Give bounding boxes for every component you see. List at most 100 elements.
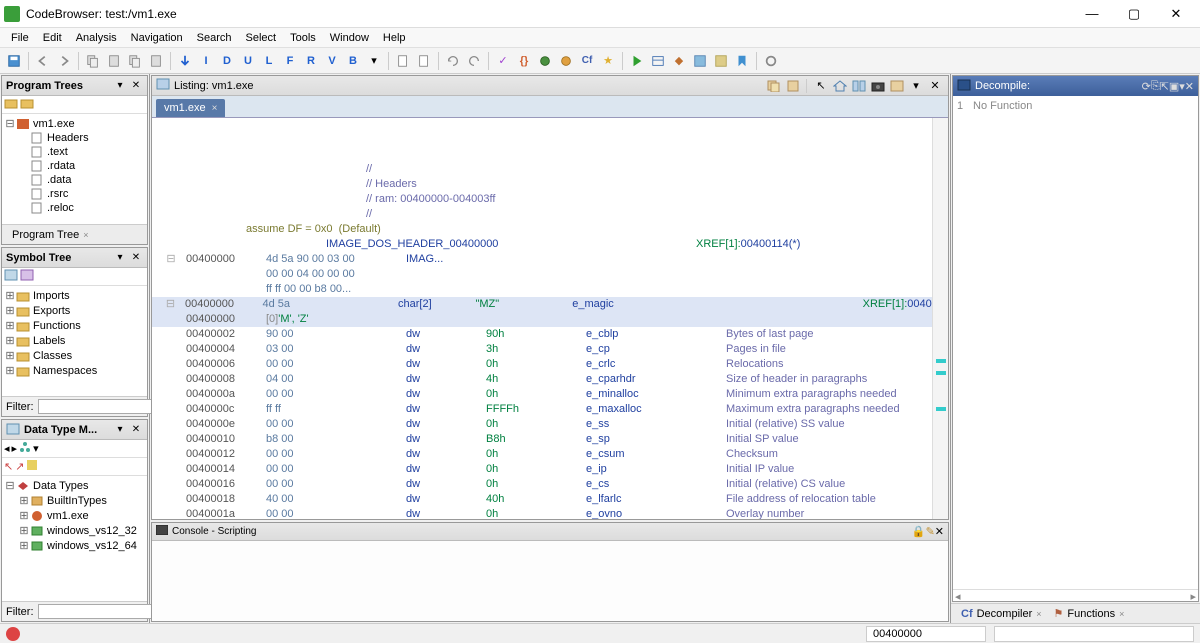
panel-close-icon[interactable]: ✕ xyxy=(129,251,143,265)
toolbar-back-icon[interactable] xyxy=(33,51,53,71)
tree-new-icon[interactable] xyxy=(4,97,18,112)
tree-rdata[interactable]: .rdata xyxy=(4,159,145,173)
menu-analysis[interactable]: Analysis xyxy=(69,30,124,46)
toolbar-doc2-icon[interactable] xyxy=(414,51,434,71)
toolbar-l-button[interactable]: L xyxy=(259,51,279,71)
panel-close-icon[interactable]: ✕ xyxy=(129,423,143,437)
toolbar-check-icon[interactable]: ✓ xyxy=(493,51,513,71)
decomp-snap-icon[interactable]: ▣ xyxy=(1169,80,1179,93)
listing-file-tab[interactable]: vm1.exe× xyxy=(156,99,225,117)
toolbar-play-icon[interactable] xyxy=(627,51,647,71)
listing-fields-icon[interactable] xyxy=(888,78,906,94)
tree-headers[interactable]: Headers xyxy=(4,131,145,145)
dt-yellow-icon[interactable] xyxy=(26,459,38,474)
tree-data[interactable]: .data xyxy=(4,173,145,187)
console-close-icon[interactable]: ✕ xyxy=(935,525,944,538)
toolbar-grid1-icon[interactable] xyxy=(690,51,710,71)
maximize-button[interactable]: ▢ xyxy=(1114,2,1154,26)
tree-rsrc[interactable]: .rsrc xyxy=(4,187,145,201)
toolbar-save-icon[interactable] xyxy=(4,51,24,71)
menu-tools[interactable]: Tools xyxy=(283,30,323,46)
decomp-scroll-left[interactable]: ◂ xyxy=(955,590,961,601)
functions-tab[interactable]: ⚑Functions× xyxy=(1048,605,1131,622)
dt-red-icon[interactable]: ↖ xyxy=(4,460,13,473)
decompiler-tab[interactable]: CfDecompiler× xyxy=(955,606,1048,622)
tree-open-icon[interactable] xyxy=(20,97,34,112)
toolbar-paste-icon[interactable] xyxy=(104,51,124,71)
toolbar-f-button[interactable]: F xyxy=(280,51,300,71)
toolbar-u-button[interactable]: U xyxy=(238,51,258,71)
dt-red2-icon[interactable]: ↗ xyxy=(15,460,24,473)
toolbar-paste2-icon[interactable] xyxy=(146,51,166,71)
symbol-classes[interactable]: ⊞Classes xyxy=(4,348,145,363)
dt-tree-icon[interactable] xyxy=(19,441,31,456)
listing-snapshot-icon[interactable] xyxy=(869,78,887,94)
decomp-refresh-icon[interactable]: ⟳ xyxy=(1142,80,1151,93)
tree-reloc[interactable]: .reloc xyxy=(4,201,145,215)
toolbar-bookmark-icon[interactable] xyxy=(732,51,752,71)
panel-menu-icon[interactable]: ▾ xyxy=(113,251,127,265)
toolbar-r-button[interactable]: R xyxy=(301,51,321,71)
listing-paste-icon[interactable] xyxy=(784,78,802,94)
toolbar-cf-icon[interactable]: Cf xyxy=(577,51,597,71)
dt-builtin[interactable]: ⊞BuiltInTypes xyxy=(4,493,145,508)
listing-cursor-icon[interactable]: ↖ xyxy=(812,78,830,94)
tree-root[interactable]: ⊟vm1.exe xyxy=(4,116,145,131)
toolbar-copy2-icon[interactable] xyxy=(125,51,145,71)
toolbar-grid2-icon[interactable] xyxy=(711,51,731,71)
symbol-imports[interactable]: ⊞Imports xyxy=(4,288,145,303)
toolbar-ring-icon[interactable] xyxy=(761,51,781,71)
toolbar-table-icon[interactable] xyxy=(648,51,668,71)
dt-menu-icon[interactable]: ▾ xyxy=(33,442,39,455)
menu-help[interactable]: Help xyxy=(376,30,413,46)
dt-back-icon[interactable]: ◂ xyxy=(4,442,10,455)
symbol-functions[interactable]: ⊞Functions xyxy=(4,318,145,333)
close-button[interactable]: ✕ xyxy=(1156,2,1196,26)
toolbar-redo-icon[interactable] xyxy=(464,51,484,71)
minimize-button[interactable]: — xyxy=(1072,2,1112,26)
program-tree-tab[interactable]: Program Tree× xyxy=(6,227,95,243)
toolbar-bracket-icon[interactable]: {} xyxy=(514,51,534,71)
toolbar-d-button[interactable]: D xyxy=(217,51,237,71)
toolbar-down-icon[interactable] xyxy=(175,51,195,71)
console-edit-icon[interactable]: ✎ xyxy=(926,525,935,538)
menu-edit[interactable]: Edit xyxy=(36,30,69,46)
dt-fwd-icon[interactable]: ▸ xyxy=(12,442,18,455)
toolbar-undo-icon[interactable] xyxy=(443,51,463,71)
console-lock-icon[interactable]: 🔒 xyxy=(912,525,926,538)
decomp-scroll-right[interactable]: ▸ xyxy=(1190,590,1196,601)
symbol-tool2-icon[interactable] xyxy=(20,269,34,284)
dt-vm1[interactable]: ⊞vm1.exe xyxy=(4,508,145,523)
toolbar-dropdown-icon[interactable]: ▾ xyxy=(364,51,384,71)
toolbar-v-button[interactable]: V xyxy=(322,51,342,71)
menu-file[interactable]: File xyxy=(4,30,36,46)
tree-text[interactable]: .text xyxy=(4,145,145,159)
toolbar-b-button[interactable]: B xyxy=(343,51,363,71)
toolbar-gear2-icon[interactable] xyxy=(556,51,576,71)
symbol-exports[interactable]: ⊞Exports xyxy=(4,303,145,318)
listing-copy-icon[interactable] xyxy=(765,78,783,94)
toolbar-i-button[interactable]: I xyxy=(196,51,216,71)
menu-navigation[interactable]: Navigation xyxy=(124,30,190,46)
dt-win64[interactable]: ⊞windows_vs12_64 xyxy=(4,538,145,553)
toolbar-forward-icon[interactable] xyxy=(54,51,74,71)
decomp-export-icon[interactable]: ⇱ xyxy=(1160,80,1169,93)
panel-menu-icon[interactable]: ▾ xyxy=(113,79,127,93)
listing-body[interactable]: //// Headers// ram: 00400000-004003ff//a… xyxy=(152,118,948,519)
dt-win32[interactable]: ⊞windows_vs12_32 xyxy=(4,523,145,538)
symbol-tool1-icon[interactable] xyxy=(4,269,18,284)
toolbar-star-icon[interactable]: ★ xyxy=(598,51,618,71)
listing-close-icon[interactable]: ✕ xyxy=(926,78,944,94)
menu-search[interactable]: Search xyxy=(190,30,239,46)
panel-close-icon[interactable]: ✕ xyxy=(129,79,143,93)
toolbar-doc1-icon[interactable] xyxy=(393,51,413,71)
menu-select[interactable]: Select xyxy=(239,30,284,46)
menu-window[interactable]: Window xyxy=(323,30,376,46)
decomp-copy-icon[interactable]: ⎘ xyxy=(1151,80,1160,93)
listing-diff-icon[interactable] xyxy=(850,78,868,94)
panel-menu-icon[interactable]: ▾ xyxy=(113,423,127,437)
toolbar-copy-icon[interactable] xyxy=(83,51,103,71)
symbol-labels[interactable]: ⊞Labels xyxy=(4,333,145,348)
listing-home-icon[interactable] xyxy=(831,78,849,94)
symbol-namespaces[interactable]: ⊞Namespaces xyxy=(4,363,145,378)
